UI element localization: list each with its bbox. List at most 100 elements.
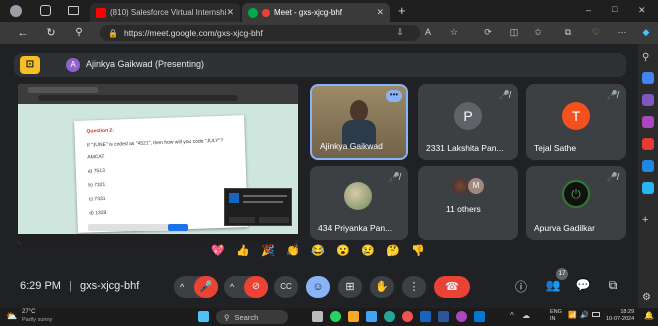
word-icon[interactable] — [438, 311, 449, 322]
close-tab-icon[interactable]: ✕ — [376, 7, 384, 18]
option-b: b) 7321 — [88, 181, 106, 189]
add-icon[interactable]: + — [642, 214, 654, 226]
onedrive-icon[interactable]: ☁ — [522, 311, 530, 320]
outlook-taskbar-icon[interactable] — [474, 311, 485, 322]
reaction-laugh[interactable]: 😂 — [310, 243, 326, 259]
windows-start-icon[interactable] — [198, 311, 209, 322]
leave-call-button[interactable]: ☎ — [434, 276, 470, 298]
tab-actions-icon[interactable] — [68, 6, 79, 15]
volume-icon[interactable]: 🔊 — [580, 311, 589, 319]
tab-title: Meet - gxs-xjcg-bhf — [274, 8, 343, 17]
microsoft-365-icon[interactable] — [642, 138, 654, 150]
reaction-thumbs-down[interactable]: 👎 — [410, 243, 426, 259]
youtube-icon — [96, 7, 106, 18]
collections-icon[interactable]: ⧉ — [562, 27, 574, 38]
reaction-sparkle-heart[interactable]: 💖 — [210, 243, 226, 259]
favorites-icon[interactable]: ✩ — [532, 27, 544, 38]
favorite-star-icon[interactable]: ☆ — [448, 27, 460, 38]
reaction-surprised[interactable]: 😮 — [335, 243, 351, 259]
presentation-icon[interactable]: ⊡ — [20, 56, 40, 74]
battery-icon[interactable] — [592, 312, 600, 317]
more-options-button[interactable]: ⋮ — [402, 276, 426, 298]
store-icon[interactable] — [366, 311, 377, 322]
present-screen-button[interactable]: ⊞ — [338, 276, 362, 298]
mic-off-icon[interactable]: 🎤 — [194, 276, 218, 298]
activities-icon[interactable]: ⧉ — [604, 278, 622, 293]
reaction-thinking[interactable]: 🤔 — [385, 243, 401, 259]
back-icon[interactable]: ← — [16, 26, 30, 40]
taskbar-search[interactable]: ⚲ Search — [216, 310, 288, 324]
browser-toolbar: ← ↻ ⚲ 🔒 https://meet.google.com/gxs-xjcg… — [0, 22, 658, 44]
profile-avatar-icon[interactable] — [10, 5, 22, 17]
copilot-icon[interactable]: ◆ — [640, 27, 652, 38]
tab-salesforce[interactable]: (810) Salesforce Virtual Internshi ✕ — [90, 3, 240, 22]
show-hidden-icons[interactable]: ^ — [510, 311, 514, 320]
close-tab-icon[interactable]: ✕ — [226, 7, 234, 18]
participant-tile-tejal[interactable]: 🎤̸ T Tejal Sathe — [526, 84, 626, 160]
reaction-sad[interactable]: 😢 — [360, 243, 376, 259]
address-bar[interactable]: 🔒 https://meet.google.com/gxs-xjcg-bhf — [100, 25, 420, 41]
recording-icon — [262, 8, 270, 17]
new-tab-button[interactable]: + — [398, 3, 406, 18]
participant-tile-priyanka[interactable]: 🎤̸ 434 Priyanka Pan... — [310, 166, 408, 240]
video-options-button[interactable]: ^ ⊘ — [224, 276, 268, 298]
participant-tile-others[interactable]: M 11 others — [418, 166, 518, 240]
extensions-icon[interactable]: ⟳ — [482, 27, 494, 38]
search-icon[interactable]: ⚲ — [72, 26, 86, 40]
edge-icon[interactable] — [384, 311, 395, 322]
chat-app-icon[interactable] — [330, 311, 341, 322]
games-icon[interactable] — [642, 116, 654, 128]
refresh-icon[interactable]: ↻ — [44, 26, 58, 40]
reaction-clap[interactable]: 👏 — [285, 243, 301, 259]
settings-gear-icon[interactable]: ⚙ — [642, 292, 654, 304]
people-icon[interactable]: 👥 — [544, 278, 562, 292]
reaction-thumbs-up[interactable]: 👍 — [235, 243, 251, 259]
more-options-icon[interactable]: ⋯ — [616, 27, 628, 38]
shopping-icon[interactable] — [642, 72, 654, 84]
tab-meet[interactable]: Meet - gxs-xjcg-bhf ✕ — [242, 3, 390, 22]
minimize-button[interactable]: – — [586, 5, 591, 15]
camera-off-icon[interactable]: ⊘ — [244, 276, 268, 298]
weather-icon[interactable]: ⛅ — [6, 311, 17, 322]
reaction-bar: 💖 👍 🎉 👏 😂 😮 😢 🤔 👎 — [210, 243, 426, 259]
maximize-button[interactable]: □ — [612, 4, 617, 14]
send-icon[interactable] — [642, 182, 654, 194]
file-explorer-icon[interactable] — [348, 311, 359, 322]
task-view-icon[interactable] — [312, 311, 323, 322]
shared-screen[interactable]: Question 2: If "JUNE" is coded as "4521"… — [18, 84, 298, 244]
participant-tile-lakshita[interactable]: 🎤̸ P 2331 Lakshita Pan... — [418, 84, 518, 160]
participant-name: 2331 Lakshita Pan... — [426, 143, 504, 153]
notifications-icon[interactable]: 🔔 — [644, 311, 654, 320]
split-screen-icon[interactable]: ◫ — [508, 27, 520, 38]
wifi-icon[interactable]: 📶 — [568, 311, 577, 319]
participant-tile-ajinkya[interactable]: ••• Ajinkya Gaikwad — [310, 84, 408, 160]
participant-avatar: P — [454, 102, 482, 130]
meeting-details-icon[interactable]: ⓘ — [512, 278, 530, 295]
chrome-icon[interactable] — [402, 311, 413, 322]
option-d: d) 1328 — [89, 209, 107, 217]
current-time: 6:29 PM — [20, 280, 61, 292]
more-options-icon[interactable]: ••• — [386, 90, 402, 102]
tab-title: (810) Salesforce Virtual Internshi — [110, 8, 227, 17]
install-app-icon[interactable]: ⇩ — [394, 27, 406, 38]
language-indicator[interactable]: ENG IN — [550, 309, 562, 323]
captions-button[interactable]: CC — [274, 276, 298, 298]
raise-hand-button[interactable]: ✋ — [370, 276, 394, 298]
tools-icon[interactable] — [642, 94, 654, 106]
outlook-icon[interactable] — [642, 160, 654, 172]
shared-screen-browser-bar — [18, 84, 298, 104]
workspaces-icon[interactable] — [40, 5, 51, 16]
chat-icon[interactable]: 💬 — [574, 278, 592, 292]
heart-icon[interactable]: ♡ — [590, 27, 602, 38]
audio-options-button[interactable]: ^ 🎤 — [174, 276, 218, 298]
emoji-reactions-button[interactable]: ☺ — [306, 276, 330, 298]
site-info-icon[interactable]: 🔒 — [108, 29, 118, 38]
app-icon[interactable] — [420, 311, 431, 322]
system-clock[interactable]: 18:29 10-07-2024 — [606, 309, 634, 323]
participant-tile-apurva[interactable]: 🎤̸ ⏻ Apurva Gadilkar — [526, 166, 626, 240]
search-icon[interactable]: ⚲ — [642, 52, 654, 64]
read-aloud-icon[interactable]: A — [422, 27, 434, 37]
photos-icon[interactable] — [456, 311, 467, 322]
close-window-button[interactable]: ✕ — [638, 5, 646, 16]
reaction-party[interactable]: 🎉 — [260, 243, 276, 259]
